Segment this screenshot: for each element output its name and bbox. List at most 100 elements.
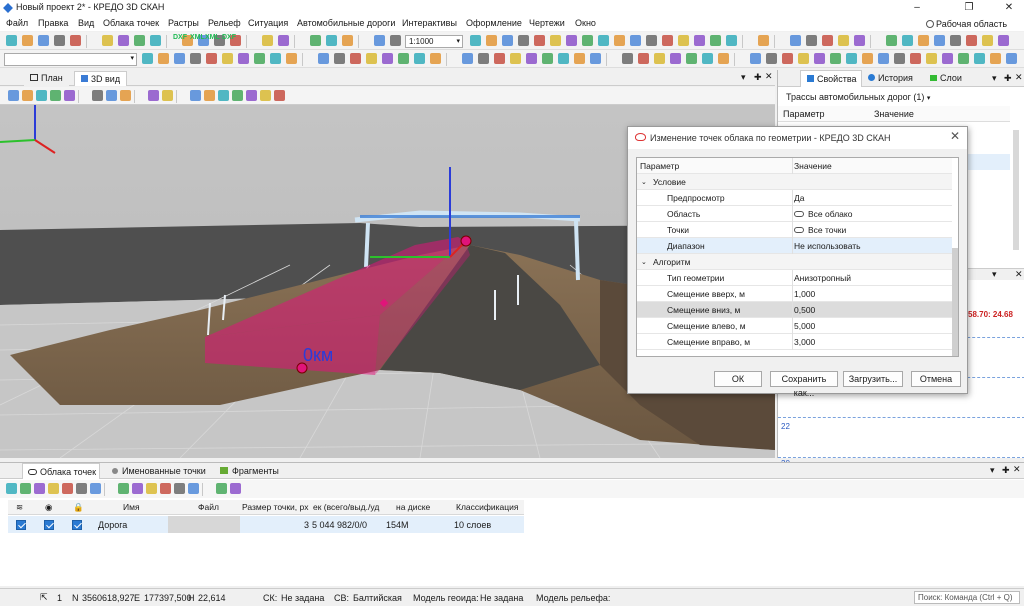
toolbar-tool-icon[interactable] — [36, 90, 47, 101]
toolbar-tool-icon[interactable] — [854, 35, 865, 46]
toolbar-tool-icon[interactable] — [462, 53, 473, 64]
menu-item-3[interactable]: Облака точек — [103, 18, 159, 28]
toolbar-tool-icon[interactable] — [726, 35, 737, 46]
toolbar-tool-icon[interactable] — [942, 53, 953, 64]
toolbar-tool-icon[interactable] — [22, 35, 33, 46]
toolbar-tool-icon[interactable] — [190, 53, 201, 64]
toolbar-tool-icon[interactable] — [558, 53, 569, 64]
toolbar-tool-icon[interactable] — [62, 483, 73, 494]
toolbar-tool-icon[interactable] — [102, 35, 113, 46]
toolbar-tool-icon[interactable] — [950, 35, 961, 46]
toolbar-tool-icon[interactable] — [70, 35, 81, 46]
close-profile-icon[interactable]: ✕ — [1015, 269, 1023, 280]
toolbar-tool-icon[interactable] — [22, 90, 33, 101]
toolbar-tool-icon[interactable] — [382, 53, 393, 64]
menu-item-11[interactable]: Окно — [575, 18, 596, 28]
toolbar-tool-icon[interactable] — [216, 483, 227, 494]
toolbar-tool-icon[interactable] — [518, 35, 529, 46]
toolbar-tool-icon[interactable] — [48, 483, 59, 494]
toolbar-tool-icon[interactable] — [670, 53, 681, 64]
workspace-label[interactable]: Рабочая область — [926, 19, 1007, 29]
toolbar-tool-icon[interactable] — [262, 35, 273, 46]
toolbar-tool-icon[interactable] — [790, 35, 801, 46]
toolbar-tool-icon[interactable] — [526, 53, 537, 64]
row-preview[interactable]: Предпросмотр Да — [637, 190, 952, 206]
dialog-close-icon[interactable]: ✕ — [950, 129, 960, 143]
toolbar-tool-icon[interactable] — [662, 35, 673, 46]
panel-menu-icon[interactable]: ▾ — [741, 72, 746, 83]
toolbar-tool-icon[interactable] — [232, 90, 243, 101]
pin-icon[interactable]: ✚ — [1004, 73, 1012, 84]
toolbar-tool-icon[interactable] — [750, 53, 761, 64]
toolbar-tool-icon[interactable] — [718, 53, 729, 64]
toolbar-tool-icon[interactable] — [174, 53, 185, 64]
toolbar-tool-icon[interactable] — [148, 90, 159, 101]
toolbar-tool-icon[interactable] — [654, 53, 665, 64]
toolbar-tool-icon[interactable] — [958, 53, 969, 64]
toolbar-tool-icon[interactable] — [50, 90, 61, 101]
toolbar-tool-icon[interactable] — [638, 53, 649, 64]
toolbar-tool-icon[interactable] — [92, 90, 103, 101]
toolbar-tool-icon[interactable] — [886, 35, 897, 46]
toolbar-tool-icon[interactable] — [838, 35, 849, 46]
group-condition[interactable]: ⌄ Условие — [637, 174, 952, 190]
toolbar-tool-icon[interactable] — [334, 53, 345, 64]
toolbar-tool-icon[interactable] — [470, 35, 481, 46]
collapse-icon[interactable]: ⌄ — [641, 178, 647, 186]
active-checkbox[interactable] — [16, 520, 26, 530]
tab-point-clouds[interactable]: Облака точек — [22, 463, 100, 479]
toolbar-tool-icon[interactable] — [678, 35, 689, 46]
toolbar-tool-icon[interactable] — [270, 53, 281, 64]
menu-item-7[interactable]: Автомобильные дороги — [297, 18, 395, 28]
toolbar-tool-icon[interactable] — [486, 35, 497, 46]
toolbar-tool-icon[interactable] — [54, 35, 65, 46]
props-scrollbar[interactable] — [1013, 130, 1019, 250]
toolbar-tool-icon[interactable] — [782, 53, 793, 64]
tab-properties[interactable]: Свойства — [800, 70, 862, 87]
toolbar-tool-icon[interactable] — [646, 35, 657, 46]
toolbar-tool-icon[interactable] — [694, 35, 705, 46]
toolbar-tool-icon[interactable] — [64, 90, 75, 101]
toolbar-tool-icon[interactable] — [90, 483, 101, 494]
menu-item-10[interactable]: Чертежи — [529, 18, 565, 28]
toolbar-tool-icon[interactable] — [132, 483, 143, 494]
row-area[interactable]: Область Все облако — [637, 206, 952, 222]
toolbar-tool-icon[interactable] — [76, 483, 87, 494]
toolbar-tool-icon[interactable] — [878, 53, 889, 64]
object-selector[interactable]: Трассы автомобильных дорог (1) ▾ — [782, 90, 936, 104]
toolbar-tool-icon[interactable] — [218, 90, 229, 101]
toolbar-tool-icon[interactable] — [350, 53, 361, 64]
toolbar-tool-icon[interactable] — [134, 35, 145, 46]
toolbar-tool-icon[interactable] — [146, 483, 157, 494]
toolbar-tool-icon[interactable] — [238, 53, 249, 64]
row-points[interactable]: Точки Все точки — [637, 222, 952, 238]
toolbar-tool-icon[interactable] — [702, 53, 713, 64]
group-algorithm[interactable]: ⌄ Алгоритм — [637, 254, 952, 270]
toolbar-tool-icon[interactable] — [6, 483, 17, 494]
panel-menu-icon[interactable]: ▾ — [992, 269, 997, 280]
toolbar-tool-icon[interactable] — [686, 53, 697, 64]
toolbar-tool-icon[interactable] — [310, 35, 321, 46]
toolbar-tool-icon[interactable] — [542, 53, 553, 64]
menu-item-8[interactable]: Интерактивы — [402, 18, 457, 28]
panel-menu-icon[interactable]: ▾ — [990, 465, 995, 476]
close-bottom-icon[interactable]: ✕ — [1013, 464, 1021, 475]
toolbar-tool-icon[interactable] — [254, 53, 265, 64]
toolbar-tool-icon[interactable] — [342, 35, 353, 46]
toolbar-tool-icon[interactable] — [758, 35, 769, 46]
visible-checkbox[interactable] — [44, 520, 54, 530]
toolbar-tool-icon[interactable] — [846, 53, 857, 64]
toolbar-tool-icon[interactable] — [174, 483, 185, 494]
tab-fragments[interactable]: Фрагменты — [220, 466, 279, 476]
tab-layers[interactable]: Слои — [930, 73, 962, 83]
toolbar-tool-icon[interactable] — [366, 53, 377, 64]
toolbar-tool-icon[interactable] — [286, 53, 297, 64]
layer-select[interactable]: ▾ — [4, 53, 137, 66]
toolbar-tool-icon[interactable] — [150, 35, 161, 46]
toolbar-tool-icon[interactable] — [814, 53, 825, 64]
toolbar-tool-icon[interactable] — [590, 53, 601, 64]
toolbar-tool-icon[interactable] — [120, 90, 131, 101]
dxf-import-label[interactable]: DXF — [173, 34, 187, 41]
tab-3d-view[interactable]: 3D вид — [74, 71, 128, 86]
maximize-icon[interactable]: ❐ — [958, 1, 980, 15]
